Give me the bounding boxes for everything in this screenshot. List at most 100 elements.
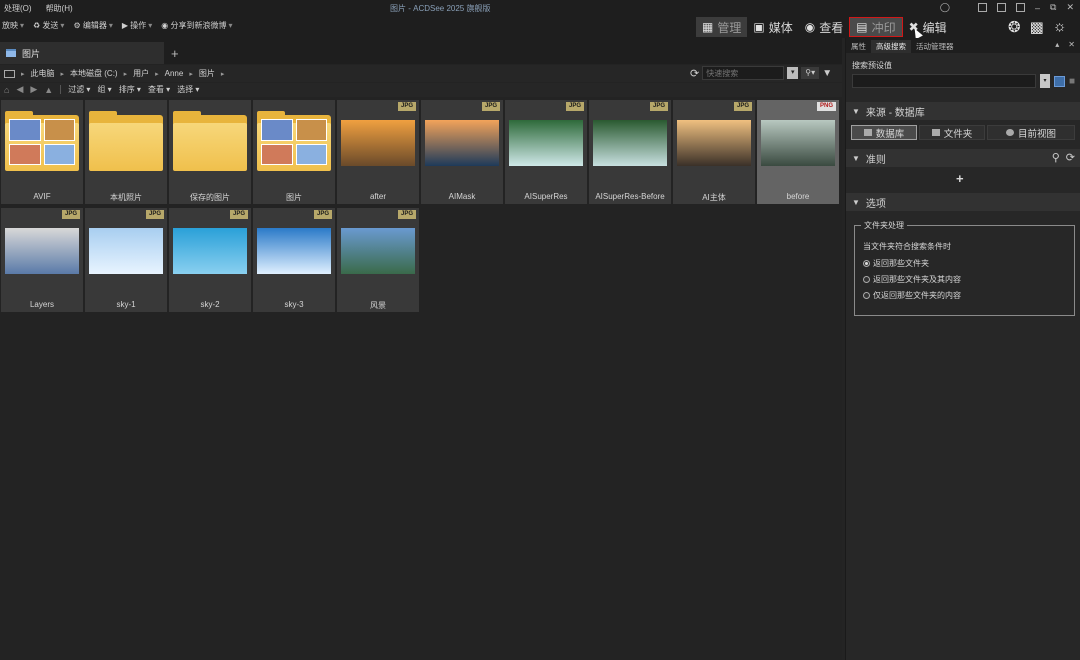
add-criteria-icon[interactable]: + <box>956 171 964 186</box>
right-pane-toggle-icon[interactable] <box>1016 3 1025 12</box>
radio-return-contents-only[interactable]: 仅返回那些文件夹的内容 <box>863 290 961 301</box>
thumbnail-tile[interactable]: JPG sky-1 <box>85 208 167 312</box>
radio-return-folders[interactable]: 返回那些文件夹 <box>863 258 929 269</box>
breadcrumb-anne[interactable]: Anne <box>165 69 184 78</box>
preset-dropdown-icon[interactable]: ▾ <box>1040 74 1050 88</box>
refresh-icon[interactable]: ⟳ <box>690 67 699 80</box>
select-menu[interactable]: 选择 ▾ <box>177 84 199 95</box>
thumbnail-tile[interactable]: 本机照片 <box>85 100 167 204</box>
thumbnail-tile[interactable]: JPG 风景 <box>337 208 419 312</box>
thumbnail-image <box>425 120 499 166</box>
thumbnail-tile[interactable]: 图片 <box>253 100 335 204</box>
restore-icon[interactable]: ⧉ <box>1050 2 1056 13</box>
sort-menu[interactable]: 排序 ▾ <box>119 84 141 95</box>
minimize-icon[interactable]: – <box>1035 3 1040 13</box>
bottom-pane-toggle-icon[interactable] <box>997 3 1006 12</box>
file-type-badge: JPG <box>565 102 584 111</box>
thumbnail-tile[interactable]: JPG Layers <box>1 208 83 312</box>
close-icon[interactable]: ✕ <box>1066 2 1074 13</box>
trash-icon[interactable]: ■ <box>1069 76 1075 87</box>
breadcrumb: ▸ 此电脑 ▸ 本地磁盘 (C:) ▸ 用户 ▸ Anne ▸ 图片 ▸ <box>4 68 224 79</box>
source-folder-button[interactable]: 文件夹 <box>919 125 985 140</box>
criteria-section-header[interactable]: ▼ 准则 ⚲ ⟳ <box>846 149 1080 167</box>
filter-items: ⌂ ◀ ▶ ▲ 过滤 ▾ 组 ▾ 排序 ▾ 查看 ▾ 选择 ▾ <box>4 84 199 95</box>
computer-icon[interactable] <box>4 69 15 78</box>
menu-help[interactable]: 帮助(H) <box>46 3 73 14</box>
thumbnail-label: AIMask <box>448 192 476 201</box>
dashboard-icon[interactable]: ▩ <box>1030 18 1044 36</box>
source-current-view-button[interactable]: 目前视图 <box>987 125 1075 140</box>
send-button[interactable]: ♻ 发送 ▾ <box>33 20 64 31</box>
home-icon[interactable]: ⌂ <box>4 85 9 95</box>
search-go-icon[interactable]: ⚲▾ <box>801 67 820 79</box>
quick-search-input[interactable] <box>702 66 785 80</box>
thumbnail-tile[interactable]: JPG sky-2 <box>169 208 251 312</box>
left-pane-toggle-icon[interactable] <box>978 3 987 12</box>
filter-menu[interactable]: 过滤 ▾ <box>68 84 90 95</box>
eye-icon <box>1005 129 1014 136</box>
thumbnail-image-area <box>337 208 419 294</box>
breadcrumb-users[interactable]: 用户 <box>133 68 149 79</box>
view-menu[interactable]: 查看 ▾ <box>148 84 170 95</box>
collapse-icon: ▼ <box>852 197 860 207</box>
mode-media[interactable]: ▣ 媒体 <box>747 17 798 37</box>
filter-funnel-icon[interactable]: ▼ <box>822 68 832 79</box>
thumbnail-image <box>593 120 667 166</box>
search-icon[interactable]: ⚲ <box>1052 151 1060 164</box>
thumbnail-tile[interactable]: JPG AISuperRes-Before <box>589 100 671 204</box>
new-tab-icon[interactable]: + <box>171 46 179 61</box>
mode-edit[interactable]: ✖ 编辑 <box>903 17 953 37</box>
breadcrumb-pictures[interactable]: 图片 <box>199 68 215 79</box>
source-section-header[interactable]: ▼ 来源 - 数据库 <box>846 102 1080 120</box>
thumbnail-tile[interactable]: JPG AIMask <box>421 100 503 204</box>
thumbnail-image-area <box>169 100 251 186</box>
group-menu[interactable]: 组 ▾ <box>97 84 111 95</box>
tab-pictures[interactable]: 图片 <box>0 42 164 64</box>
radio-return-folders-and-contents[interactable]: 返回那些文件夹及其内容 <box>863 274 961 285</box>
share-label: 分享到新浪微博 <box>170 21 227 30</box>
search-dropdown-icon[interactable]: ▾ <box>787 67 799 79</box>
source-database-button[interactable]: 数据库 <box>851 125 917 140</box>
tab-properties[interactable]: 属性 <box>846 40 871 53</box>
thumbnail-image <box>257 228 331 274</box>
mode-view[interactable]: ◉ 查看 <box>799 17 850 37</box>
options-section-header[interactable]: ▼ 选项 <box>846 193 1080 211</box>
thumbnail-tile[interactable]: PNG before <box>757 100 839 204</box>
thumbnail-tile[interactable]: JPG AI主体 <box>673 100 755 204</box>
tab-activity-manager[interactable]: 活动管理器 <box>911 40 959 53</box>
mode-develop[interactable]: ▤ 冲印 <box>849 17 903 37</box>
folder-handling-title: 文件夹处理 <box>861 220 907 231</box>
actions-button[interactable]: ▶ 操作 ▾ <box>122 20 152 31</box>
thumbnail-image-area <box>85 208 167 294</box>
window-title: 图片 - ACDSee 2025 旗舰版 <box>390 4 491 13</box>
folder-icon <box>931 129 940 136</box>
back-icon[interactable]: ◀ <box>16 84 23 95</box>
menu-process[interactable]: 处理(O) <box>4 3 32 14</box>
folder-handling-question: 当文件夹符合搜索条件时 <box>863 242 951 251</box>
editor-button[interactable]: ⚙ 编辑器 ▾ <box>73 20 112 31</box>
account-icon[interactable]: ◯ <box>940 2 950 13</box>
thumbnail-tile[interactable]: 保存的图片 <box>169 100 251 204</box>
mode-manage[interactable]: ▦ 管理 <box>696 17 748 37</box>
people-icon[interactable]: ☼ <box>1053 18 1067 36</box>
thumbnail-tile[interactable]: JPG after <box>337 100 419 204</box>
pane-close-icon[interactable]: ✕ <box>1068 40 1075 49</box>
pin-icon[interactable]: ▴ <box>1055 40 1059 49</box>
mode-media-label: 媒体 <box>768 20 793 35</box>
thumbnail-tile[interactable]: JPG sky-3 <box>253 208 335 312</box>
forward-icon[interactable]: ▶ <box>30 84 37 95</box>
reset-icon[interactable]: ⟳ <box>1066 151 1075 164</box>
search-preset-select[interactable] <box>852 74 1036 88</box>
tab-advanced-search[interactable]: 高级搜索 <box>871 40 911 53</box>
file-type-badge: JPG <box>649 102 668 111</box>
up-icon[interactable]: ▲ <box>44 85 53 95</box>
thumbnail-tile[interactable]: AVIF <box>1 100 83 204</box>
share-weibo-button[interactable]: ◉ 分享到新浪微博 ▾ <box>161 20 232 31</box>
slideshow-button[interactable]: 放映 ▾ <box>2 20 24 31</box>
breadcrumb-this-pc[interactable]: 此电脑 <box>31 68 55 79</box>
breadcrumb-local-disk[interactable]: 本地磁盘 (C:) <box>70 68 118 79</box>
save-icon[interactable] <box>1054 75 1065 87</box>
filter-bar: ⌂ ◀ ▶ ▲ 过滤 ▾ 组 ▾ 排序 ▾ 查看 ▾ 选择 ▾ <box>0 83 842 97</box>
thumbnail-tile[interactable]: JPG AISuperRes <box>505 100 587 204</box>
film-reel-icon[interactable]: ❂ <box>1008 18 1021 36</box>
